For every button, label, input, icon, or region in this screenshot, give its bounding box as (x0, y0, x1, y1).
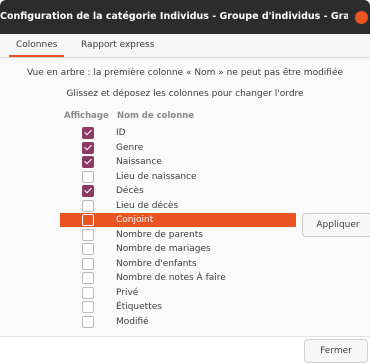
close-icon[interactable] (355, 11, 368, 24)
tree-view-note: Vue en arbre : la première colonne « Nom… (26, 68, 344, 78)
title-bar: Configuration de la catégorie Individus … (0, 0, 370, 34)
display-checkbox[interactable] (82, 243, 94, 255)
column-name-label: ID (116, 128, 126, 138)
display-checkbox[interactable] (82, 257, 94, 270)
display-checkbox[interactable] (82, 301, 94, 313)
column-header-name: Nom de colonne (117, 111, 195, 121)
column-name-label: Modifié (116, 316, 149, 327)
column-name-label: Lieu de décès (116, 200, 179, 211)
dialog-footer: Fermer (0, 336, 370, 363)
window-title: Configuration de la catégorie Individus … (0, 11, 348, 22)
column-name-label: Nombre de notes À faire (116, 273, 226, 283)
display-checkbox[interactable] (82, 214, 94, 226)
list-item[interactable]: Étiquettes (60, 300, 296, 314)
column-name-label: Nombre d'enfants (116, 258, 197, 269)
display-checkbox[interactable] (82, 315, 94, 328)
display-checkbox[interactable] (82, 127, 94, 139)
column-header-display: Affichage (64, 111, 109, 121)
list-item[interactable]: Modifié (60, 315, 296, 329)
list-item[interactable]: Nombre de notes À faire (60, 271, 296, 285)
list-item[interactable]: Naissance (60, 155, 296, 169)
drag-drop-hint: Glissez et déposez les colonnes pour cha… (66, 89, 304, 99)
columns-panel: Vue en arbre : la première colonne « Nom… (0, 58, 370, 336)
list-item[interactable]: Privé (60, 286, 296, 300)
list-item[interactable]: ID (60, 126, 296, 140)
display-checkbox[interactable] (82, 156, 94, 168)
tab-bar: Colonnes Rapport express (0, 34, 370, 58)
column-name-label: Nombre de parents (116, 229, 203, 240)
list-item[interactable]: Conjoint (60, 213, 296, 227)
display-checkbox[interactable] (82, 170, 94, 183)
display-checkbox[interactable] (82, 228, 94, 241)
column-name-label: Genre (116, 142, 144, 153)
column-name-label: Naissance (116, 157, 162, 167)
list-item[interactable]: Nombre de mariages (60, 242, 296, 256)
column-name-label: Décès (116, 186, 144, 196)
list-item[interactable]: Genre (60, 141, 296, 155)
column-name-label: Nombre de mariages (116, 244, 211, 254)
column-name-label: Étiquettes (116, 302, 162, 312)
list-item[interactable]: Nombre d'enfants (60, 257, 296, 271)
tab-colonnes[interactable]: Colonnes (9, 34, 65, 57)
apply-button[interactable]: Appliquer (302, 213, 370, 237)
display-checkbox[interactable] (82, 185, 94, 197)
display-checkbox[interactable] (82, 272, 94, 284)
column-name-label: Lieu de naissance (116, 171, 197, 182)
display-checkbox[interactable] (82, 141, 94, 154)
tab-rapport-express[interactable]: Rapport express (81, 34, 154, 56)
list-item[interactable]: Nombre de parents (60, 228, 296, 242)
list-item[interactable]: Lieu de décès (60, 199, 296, 213)
display-checkbox[interactable] (82, 286, 94, 299)
list-item[interactable]: Décès (60, 184, 296, 198)
display-checkbox[interactable] (82, 199, 94, 212)
column-name-label: Conjoint (116, 215, 154, 225)
close-button[interactable]: Fermer (304, 339, 368, 363)
list-item[interactable]: Lieu de naissance (60, 170, 296, 184)
column-name-label: Privé (116, 287, 139, 298)
